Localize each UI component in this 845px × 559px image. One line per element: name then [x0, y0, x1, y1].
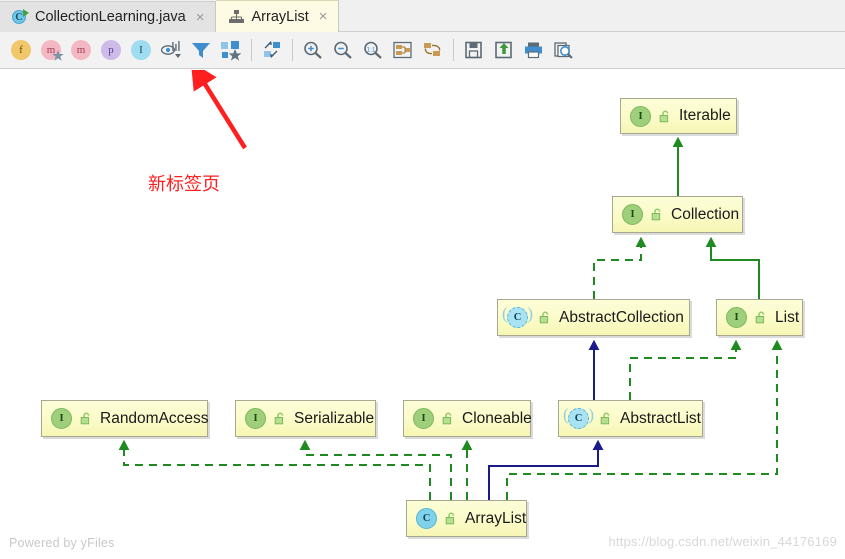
zoom-in-button[interactable]: [298, 35, 328, 65]
unlocked-padlock-icon: [651, 208, 663, 221]
unlocked-padlock-icon: [539, 311, 551, 324]
tab-label: ArrayList: [251, 8, 309, 25]
filter-button[interactable]: [186, 35, 216, 65]
node-label: Cloneable: [462, 409, 532, 427]
print-preview-button[interactable]: [549, 35, 579, 65]
node-cloneable[interactable]: I Cloneable: [403, 400, 532, 437]
interface-badge-icon: I: [245, 408, 266, 429]
tab-collectionlearning-java[interactable]: C CollectionLearning.java ×: [0, 1, 216, 32]
abstract-marker: C: [502, 304, 533, 328]
unlocked-padlock-icon: [445, 512, 457, 525]
method-button[interactable]: m: [66, 35, 96, 65]
interface-badge-icon: I: [51, 408, 72, 429]
interface-badge-icon: I: [413, 408, 434, 429]
tab-label: CollectionLearning.java: [35, 9, 186, 25]
export-button[interactable]: [489, 35, 519, 65]
fit-content-icon: [393, 41, 412, 59]
tab-close-icon[interactable]: ×: [196, 9, 205, 26]
hierarchy-icon: [228, 9, 245, 25]
toolbar-separator-2: [292, 39, 293, 61]
unlocked-padlock-icon: [755, 311, 767, 324]
print-button[interactable]: [519, 35, 549, 65]
field-filter-icon: f: [11, 40, 31, 60]
unlocked-padlock-icon: [442, 412, 454, 425]
toolbar-separator-3: [453, 39, 454, 61]
printer-icon: [525, 42, 542, 59]
tab-bar-filler: [338, 1, 845, 32]
method-icon: m: [71, 40, 91, 60]
interface-badge-icon: I: [630, 105, 651, 127]
svg-text:1:1: 1:1: [366, 47, 375, 54]
refresh-layout-icon: [424, 43, 441, 56]
interface-icon: I: [131, 40, 151, 60]
fit-content-button[interactable]: [388, 35, 418, 65]
node-serializable[interactable]: I Serializable: [235, 400, 376, 437]
node-label: RandomAccess: [100, 409, 209, 427]
node-label: ArrayList: [465, 509, 527, 527]
node-label: Serializable: [294, 409, 375, 427]
refresh-layout-button[interactable]: [418, 35, 448, 65]
diagram-toolbar: f m m p I 1:1: [0, 32, 845, 69]
yfiles-watermark: Powered by yFiles: [9, 536, 115, 550]
highlight-button[interactable]: [216, 35, 246, 65]
node-abstractcollection[interactable]: C AbstractCollection: [497, 299, 690, 336]
tab-arraylist[interactable]: ArrayList ×: [215, 0, 339, 32]
blog-url-watermark: https://blog.csdn.net/weixin_44176169: [608, 534, 837, 549]
interface-badge-icon: I: [622, 204, 643, 225]
node-label: List: [775, 308, 800, 326]
print-preview-icon: [554, 42, 573, 59]
abstract-marker: C: [563, 405, 594, 429]
unlocked-padlock-icon: [80, 412, 92, 425]
class-badge-icon: C: [568, 408, 589, 429]
star-node-icon: [221, 41, 242, 61]
visibility-button[interactable]: [156, 35, 186, 65]
method-favorite-icon: m: [41, 40, 64, 61]
interface-badge-icon: I: [726, 307, 747, 328]
tab-bar: C CollectionLearning.java × ArrayList ×: [0, 0, 845, 33]
save-button[interactable]: [459, 35, 489, 65]
field-filter-button[interactable]: f: [6, 35, 36, 65]
class-badge-icon: C: [416, 508, 437, 529]
interface-button[interactable]: I: [126, 35, 156, 65]
tab-close-icon[interactable]: ×: [319, 8, 328, 25]
export-icon: [495, 41, 512, 59]
node-label: Collection: [671, 205, 740, 223]
unlocked-padlock-icon: [659, 110, 671, 123]
node-label: AbstractList: [620, 409, 701, 427]
node-randomaccess[interactable]: I RandomAccess: [41, 400, 209, 437]
node-label: AbstractCollection: [559, 308, 684, 326]
property-icon: p: [101, 40, 121, 60]
node-collection[interactable]: I Collection: [612, 196, 743, 233]
class-badge-icon: C: [507, 307, 528, 328]
property-button[interactable]: p: [96, 35, 126, 65]
zoom-actual-button[interactable]: 1:1: [358, 35, 388, 65]
diagram-canvas[interactable]: 新标签页 I Iterable I Collection (C) Abstr…: [0, 70, 845, 559]
node-list[interactable]: I List: [716, 299, 803, 336]
expand-button[interactable]: [257, 35, 287, 65]
floppy-icon: [465, 41, 482, 59]
toolbar-separator-1: [251, 39, 252, 61]
funnel-icon: [192, 43, 210, 58]
unlocked-padlock-icon: [274, 412, 286, 425]
method-favorite-button[interactable]: m: [36, 35, 66, 65]
zoom-out-button[interactable]: [328, 35, 358, 65]
java-class-icon: C: [12, 9, 29, 25]
zoom-out-icon: [334, 41, 352, 59]
node-iterable[interactable]: I Iterable: [620, 98, 737, 134]
zoom-one-to-one-icon: 1:1: [364, 41, 382, 59]
node-label: Iterable: [679, 107, 731, 124]
node-abstractlist[interactable]: C AbstractList: [558, 400, 703, 437]
eye-icon: [160, 41, 181, 58]
zoom-in-icon: [304, 41, 322, 59]
node-arraylist[interactable]: C ArrayList: [406, 500, 527, 537]
unlocked-padlock-icon: [600, 412, 612, 425]
expand-arrows-icon: [264, 41, 280, 58]
